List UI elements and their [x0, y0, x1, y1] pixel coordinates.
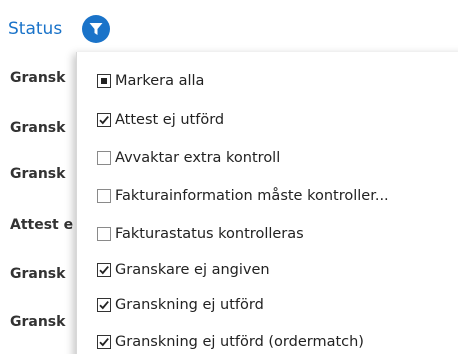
status-filter-dropdown: Markera alla Attest ej utförd Avvaktar e… [76, 52, 458, 354]
checkmark-icon[interactable] [97, 263, 111, 277]
filter-option-label: Fakturainformation måste kontroller... [115, 188, 389, 204]
filter-option-attest-ej-utford[interactable]: Attest ej utförd [97, 108, 224, 132]
table-row-status-cell[interactable]: Gransk [10, 164, 76, 184]
filter-option-granskning-ej-utford[interactable]: Granskning ej utförd [97, 293, 264, 317]
filter-option-label: Fakturastatus kontrolleras [115, 226, 304, 242]
status-column-filter-view: Status Gransk Gransk Gransk Attest e Gra… [0, 0, 458, 354]
table-row-status-cell[interactable]: Attest e [10, 215, 76, 235]
empty-checkbox-icon[interactable] [97, 227, 111, 241]
filter-option-granskare-ej-angiven[interactable]: Granskare ej angiven [97, 258, 270, 282]
filter-option-label: Attest ej utförd [115, 112, 225, 128]
checkmark-icon[interactable] [97, 335, 111, 349]
table-row-status-cell[interactable]: Gransk [10, 118, 76, 138]
filter-option-label: Markera alla [115, 73, 205, 89]
filter-option-fakturainformation[interactable]: Fakturainformation måste kontroller... [97, 184, 389, 208]
status-column-header[interactable]: Status [8, 14, 62, 44]
filter-option-label: Avvaktar extra kontroll [115, 150, 281, 166]
filter-option-fakturastatus[interactable]: Fakturastatus kontrolleras [97, 222, 304, 246]
filter-option-granskning-ordermatch[interactable]: Granskning ej utförd (ordermatch) [97, 330, 364, 354]
indeterminate-square-icon[interactable] [97, 74, 111, 88]
table-row-status-cell[interactable]: Gransk [10, 68, 76, 88]
filter-option-label: Granskning ej utförd (ordermatch) [115, 334, 364, 350]
empty-checkbox-icon[interactable] [97, 189, 111, 203]
checkmark-icon[interactable] [97, 298, 111, 312]
table-row-status-cell[interactable]: Gransk [10, 312, 76, 332]
table-row-status-cell[interactable]: Gransk [10, 264, 76, 284]
checkmark-icon[interactable] [97, 113, 111, 127]
filter-option-label: Granskare ej angiven [115, 262, 270, 278]
filter-option-label: Granskning ej utförd [115, 297, 264, 313]
status-column-label: Status [8, 19, 63, 39]
filter-funnel-icon[interactable] [82, 15, 110, 43]
filter-option-select-all[interactable]: Markera alla [97, 69, 204, 93]
empty-checkbox-icon[interactable] [97, 151, 111, 165]
filter-option-avvaktar-extra-kontroll[interactable]: Avvaktar extra kontroll [97, 146, 280, 170]
